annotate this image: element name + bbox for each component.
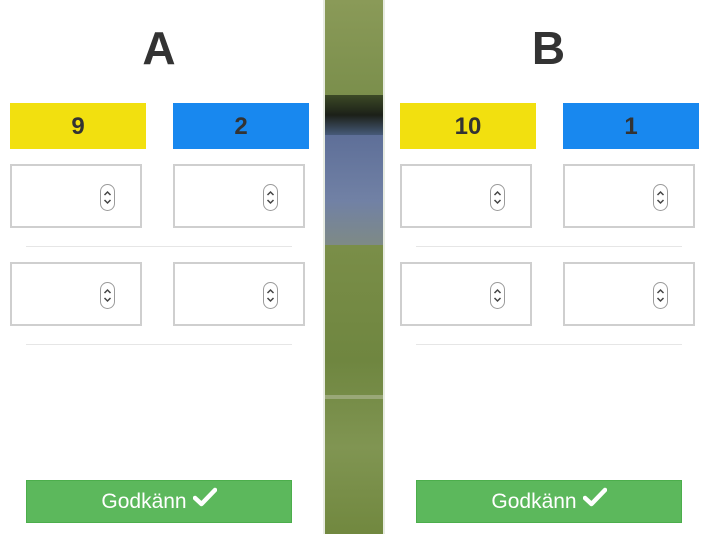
divider-line xyxy=(416,344,682,345)
up-down-spinner-icon[interactable] xyxy=(263,184,278,211)
up-down-spinner-icon[interactable] xyxy=(653,184,668,211)
number-input[interactable] xyxy=(400,164,532,228)
number-input[interactable] xyxy=(400,262,532,326)
divider-line xyxy=(26,344,292,345)
checkmark-icon xyxy=(582,480,607,521)
number-input[interactable] xyxy=(173,164,305,228)
number-input[interactable] xyxy=(10,164,142,228)
team-panel-b: B 10 1 Godkänn xyxy=(385,0,710,534)
up-down-spinner-icon[interactable] xyxy=(100,282,115,309)
approve-button[interactable]: Godkänn xyxy=(416,480,682,523)
score-yellow: 9 xyxy=(10,103,146,149)
number-input[interactable] xyxy=(563,262,695,326)
number-input[interactable] xyxy=(173,262,305,326)
number-input[interactable] xyxy=(563,164,695,228)
score-blue: 1 xyxy=(563,103,699,149)
team-panel-a: A 9 2 Godkänn xyxy=(0,0,323,534)
team-title: B xyxy=(531,22,566,74)
score-blue: 2 xyxy=(173,103,309,149)
up-down-spinner-icon[interactable] xyxy=(263,282,278,309)
number-input[interactable] xyxy=(10,262,142,326)
team-title: A xyxy=(142,22,176,74)
up-down-spinner-icon[interactable] xyxy=(490,184,505,211)
approve-label: Godkänn xyxy=(491,490,577,513)
approve-label: Godkänn xyxy=(101,490,187,513)
divider-line xyxy=(26,246,292,247)
up-down-spinner-icon[interactable] xyxy=(653,282,668,309)
score-yellow: 10 xyxy=(400,103,536,149)
approve-button[interactable]: Godkänn xyxy=(26,480,292,523)
up-down-spinner-icon[interactable] xyxy=(490,282,505,309)
background-photo-strip xyxy=(323,0,385,534)
checkmark-icon xyxy=(192,480,217,521)
up-down-spinner-icon[interactable] xyxy=(100,184,115,211)
divider-line xyxy=(416,246,682,247)
